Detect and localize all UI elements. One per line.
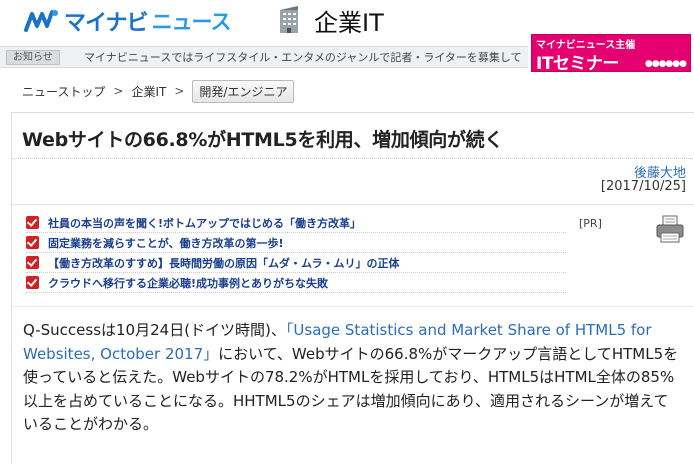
checkbox-icon <box>26 276 39 289</box>
body-divider <box>12 306 694 307</box>
title-divider <box>12 158 694 159</box>
mynavi-logo-icon <box>24 10 58 32</box>
notice-label: お知らせ <box>6 50 60 65</box>
pr-links: 社員の本当の声を聞く!ボトムアップではじめる「働き方改革」 固定業務を減らすこと… <box>26 213 566 293</box>
logo-sub-text: ニュース <box>151 10 232 34</box>
breadcrumb-news-top[interactable]: ニューストップ <box>22 83 105 100</box>
logo-main-text: マイナビ <box>64 11 149 36</box>
pr-link-item[interactable]: クラウドへ移行する企業必聴!成功事例とありがちな失敗 <box>26 273 566 293</box>
section-header[interactable]: 企業IT <box>278 4 384 37</box>
article-title: Webサイトの66.8%がHTML5を利用、増加傾向が続く <box>22 129 504 151</box>
notice-bar: お知らせ マイナビニュースではライフスタイル・エンタメのジャンルで記者・ライター… <box>0 46 528 68</box>
breadcrumb-separator: > <box>174 84 185 98</box>
breadcrumb-enterprise-it[interactable]: 企業IT <box>131 83 166 100</box>
checkbox-icon <box>26 216 39 229</box>
seminar-banner-main: ITセミナー <box>536 54 619 74</box>
breadcrumb-current-category[interactable]: 開発/エンジニア <box>192 79 295 103</box>
print-icon[interactable] <box>654 213 686 245</box>
people-icon: ●●●●●● <box>644 59 687 69</box>
section-title: 企業IT <box>314 8 384 37</box>
pr-link-item[interactable]: 【働き方改革のすすめ】長時間労働の原因「ムダ・ムラ・ムリ」の正体 <box>26 253 566 273</box>
it-seminar-banner[interactable]: マイナビニュース主催 ITセミナー ●●●●●● <box>531 34 691 74</box>
article-date: [2017/10/25] <box>600 179 686 194</box>
breadcrumb: ニューストップ > 企業IT > 開発/エンジニア <box>22 79 295 103</box>
article-body: Q-Successは10月24日(ドイツ時間)、「Usage Statistic… <box>23 319 683 437</box>
pr-link-text[interactable]: 【働き方改革のすすめ】長時間労働の原因「ムダ・ムラ・ムリ」の正体 <box>48 255 399 271</box>
building-icon <box>280 6 298 33</box>
checkbox-icon <box>26 236 39 249</box>
breadcrumb-separator: > <box>113 84 124 98</box>
pr-link-text[interactable]: 固定業務を減らすことが、働き方改革の第一歩! <box>48 235 284 251</box>
pr-link-text[interactable]: クラウドへ移行する企業必聴!成功事例とありがちな失敗 <box>48 275 328 291</box>
notice-link[interactable]: マイナビニュースではライフスタイル・エンタメのジャンルで記者・ライターを募集して <box>84 50 522 65</box>
pr-divider <box>12 204 694 205</box>
body-text-intro: Q-Successは10月24日(ドイツ時間)、 <box>23 321 286 339</box>
site-logo[interactable]: マイナビ ニュース <box>24 6 232 36</box>
pr-link-item[interactable]: 固定業務を減らすことが、働き方改革の第一歩! <box>26 233 566 253</box>
pr-link-item[interactable]: 社員の本当の声を聞く!ボトムアップではじめる「働き方改革」 <box>26 213 566 233</box>
article: Webサイトの66.8%がHTML5を利用、増加傾向が続く 後藤大地 [2017… <box>11 112 694 464</box>
pr-tag: [PR] <box>579 217 602 230</box>
checkbox-icon <box>26 256 39 269</box>
pr-link-text[interactable]: 社員の本当の声を聞く!ボトムアップではじめる「働き方改革」 <box>48 215 361 231</box>
